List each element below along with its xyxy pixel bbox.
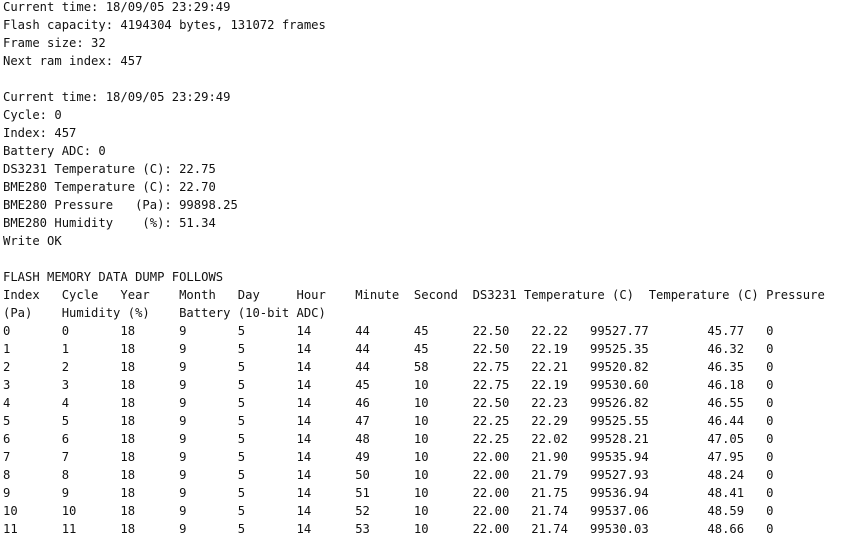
table-row: 1 1 18 9 5 14 44 45 22.50 22.19 99525.35… [3, 342, 774, 356]
table-row: 2 2 18 9 5 14 44 58 22.75 22.21 99520.82… [3, 360, 774, 374]
table-row: 3 3 18 9 5 14 45 10 22.75 22.19 99530.60… [3, 378, 774, 392]
table-row: 10 10 18 9 5 14 52 10 22.00 21.74 99537.… [3, 504, 774, 518]
log-line: FLASH MEMORY DATA DUMP FOLLOWS [3, 270, 224, 284]
table-row: 7 7 18 9 5 14 49 10 22.00 21.90 99535.94… [3, 450, 774, 464]
log-line: Current time: 18/09/05 23:29:49 [3, 0, 231, 14]
log-line: BME280 Temperature (C): 22.70 [3, 180, 216, 194]
table-header-line: (Pa) Humidity (%) Battery (10-bit ADC) [3, 306, 326, 320]
table-row: 8 8 18 9 5 14 50 10 22.00 21.79 99527.93… [3, 468, 774, 482]
table-row: 0 0 18 9 5 14 44 45 22.50 22.22 99527.77… [3, 324, 774, 338]
table-header-line: Index Cycle Year Month Day Hour Minute S… [3, 288, 825, 302]
log-line: Next ram index: 457 [3, 54, 143, 68]
log-line: DS3231 Temperature (C): 22.75 [3, 162, 216, 176]
log-line: BME280 Humidity (%): 51.34 [3, 216, 216, 230]
log-line: Index: 457 [3, 126, 77, 140]
log-line: Write OK [3, 234, 62, 248]
table-row: 6 6 18 9 5 14 48 10 22.25 22.02 99528.21… [3, 432, 774, 446]
log-line: Cycle: 0 [3, 108, 62, 122]
table-row: 4 4 18 9 5 14 46 10 22.50 22.23 99526.82… [3, 396, 774, 410]
log-line: Flash capacity: 4194304 bytes, 131072 fr… [3, 18, 326, 32]
log-line: Current time: 18/09/05 23:29:49 [3, 90, 231, 104]
log-line: Frame size: 32 [3, 36, 106, 50]
table-row: 5 5 18 9 5 14 47 10 22.25 22.29 99525.55… [3, 414, 774, 428]
table-row: 11 11 18 9 5 14 53 10 22.00 21.74 99530.… [3, 522, 774, 536]
serial-output-log: Current time: 18/09/05 23:29:49 Flash cap… [3, 0, 868, 538]
log-line: BME280 Pressure (Pa): 99898.25 [3, 198, 238, 212]
table-row: 9 9 18 9 5 14 51 10 22.00 21.75 99536.94… [3, 486, 774, 500]
log-line: Battery ADC: 0 [3, 144, 106, 158]
